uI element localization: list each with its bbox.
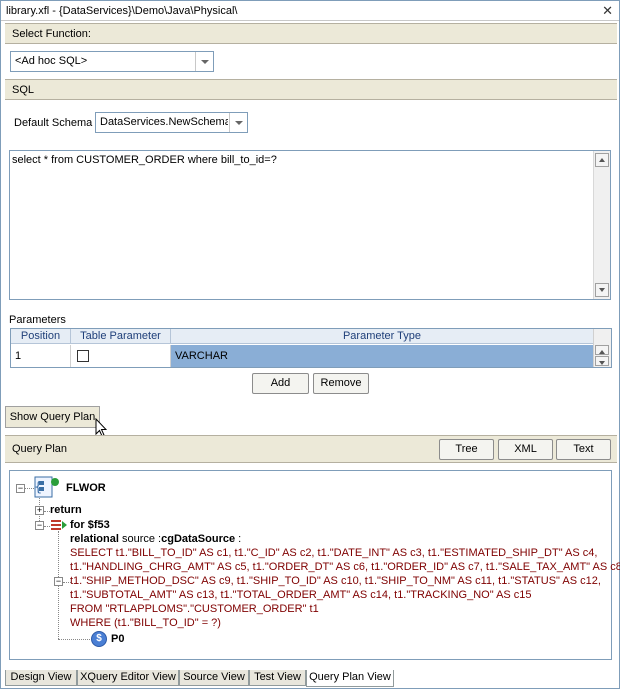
plan-sql-line: SELECT t1."BILL_TO_ID" AS c1, t1."C_ID" … — [70, 547, 598, 559]
table-row-parameter-type[interactable]: VARCHAR — [171, 345, 594, 367]
remove-button[interactable]: Remove — [313, 373, 369, 394]
expand-icon[interactable]: + — [35, 506, 44, 515]
tab-test-view[interactable]: Test View — [249, 670, 306, 686]
collapse-icon[interactable]: − — [16, 484, 25, 493]
editor-view-tabs: Design View XQuery Editor View Source Vi… — [5, 670, 617, 687]
function-select[interactable]: <Ad hoc SQL> — [10, 51, 214, 72]
title-bar: library.xfl - {DataServices}\Demo\Java\P… — [1, 1, 619, 21]
source-suffix: : — [235, 533, 242, 545]
source-name: cgDataSource — [161, 533, 236, 545]
column-header-parameter-type[interactable]: Parameter Type — [171, 329, 594, 344]
parameters-table: Position Table Parameter Parameter Type … — [10, 328, 612, 368]
close-icon[interactable]: ✕ — [602, 3, 613, 19]
editor-window: library.xfl - {DataServices}\Demo\Java\P… — [0, 0, 620, 689]
parameter-icon: $ — [91, 631, 107, 647]
for-clause-icon — [51, 520, 67, 530]
function-select-value: <Ad hoc SQL> — [15, 55, 88, 67]
select-function-header: Select Function: — [5, 23, 617, 44]
plan-sql-line: t1."SUBTOTAL_AMT" AS c13, t1."TOTAL_ORDE… — [70, 589, 532, 601]
sql-scrollbar[interactable] — [593, 151, 610, 299]
flwor-icon: { — [34, 476, 59, 498]
column-header-position[interactable]: Position — [11, 329, 71, 344]
scroll-up-icon[interactable] — [595, 153, 609, 167]
table-row-table-parameter[interactable] — [71, 345, 171, 367]
tab-source-view[interactable]: Source View — [179, 670, 249, 686]
plan-sql-line: FROM "RTLAPPLOMS"."CUSTOMER_ORDER" t1 — [70, 603, 319, 615]
sql-label: SQL — [12, 84, 35, 96]
return-node[interactable]: return — [50, 504, 82, 516]
scroll-down-icon[interactable] — [595, 356, 609, 366]
parameter-node[interactable]: P0 — [111, 633, 124, 645]
collapse-icon[interactable]: − — [54, 577, 63, 586]
table-parameter-checkbox[interactable] — [77, 350, 89, 362]
chevron-down-icon[interactable] — [195, 52, 213, 71]
query-plan-tree: − { FLWOR + return − for $f53 relational… — [9, 470, 620, 660]
query-plan-header: Query Plan Tree XML Text — [5, 435, 617, 463]
query-plan-label: Query Plan — [12, 443, 68, 455]
add-button[interactable]: Add — [252, 373, 309, 394]
tab-query-plan-view[interactable]: Query Plan View — [306, 670, 394, 687]
text-view-button[interactable]: Text — [556, 439, 611, 460]
sql-header: SQL — [5, 79, 617, 100]
default-schema-select[interactable]: DataServices.NewSchema — [95, 112, 248, 133]
flwor-node[interactable]: FLWOR — [66, 482, 106, 494]
show-query-plan-button[interactable]: Show Query Plan — [5, 406, 100, 428]
svg-text:{: { — [34, 480, 42, 495]
plan-sql-line: t1."HANDLING_CHRG_AMT" AS c5, t1."ORDER_… — [70, 561, 620, 573]
select-function-label: Select Function: — [12, 28, 91, 40]
tree-connector — [58, 639, 90, 640]
scroll-up-icon[interactable] — [595, 345, 609, 355]
default-schema-value: DataServices.NewSchema — [100, 116, 228, 128]
chevron-down-icon[interactable] — [229, 113, 247, 132]
sql-query-text[interactable]: select * from CUSTOMER_ORDER where bill_… — [12, 154, 277, 166]
default-schema-label: Default Schema — [14, 117, 93, 129]
source-prefix: source : — [121, 533, 162, 545]
sql-editor[interactable]: select * from CUSTOMER_ORDER where bill_… — [9, 150, 611, 300]
column-header-table-parameter[interactable]: Table Parameter — [71, 329, 171, 344]
window-title: library.xfl - {DataServices}\Demo\Java\P… — [6, 5, 238, 17]
parameters-scrollbar[interactable] — [593, 329, 611, 367]
xml-view-button[interactable]: XML — [498, 439, 553, 460]
plan-sql-line: WHERE (t1."BILL_TO_ID" = ?) — [70, 617, 221, 629]
scroll-down-icon[interactable] — [595, 283, 609, 297]
tab-design-view[interactable]: Design View — [5, 670, 77, 686]
collapse-icon[interactable]: − — [35, 521, 44, 530]
relational-keyword: relational — [70, 533, 119, 545]
relational-source-node[interactable]: relational source :cgDataSource : — [70, 533, 241, 545]
parameters-label: Parameters — [9, 314, 66, 326]
tab-xquery-editor-view[interactable]: XQuery Editor View — [77, 670, 179, 686]
for-node[interactable]: for $f53 — [70, 519, 110, 531]
tree-connector — [24, 488, 34, 489]
tree-view-button[interactable]: Tree — [439, 439, 494, 460]
plan-sql-line: t1."SHIP_METHOD_DSC" AS c9, t1."SHIP_TO_… — [70, 575, 601, 587]
table-row-position[interactable]: 1 — [11, 345, 71, 367]
